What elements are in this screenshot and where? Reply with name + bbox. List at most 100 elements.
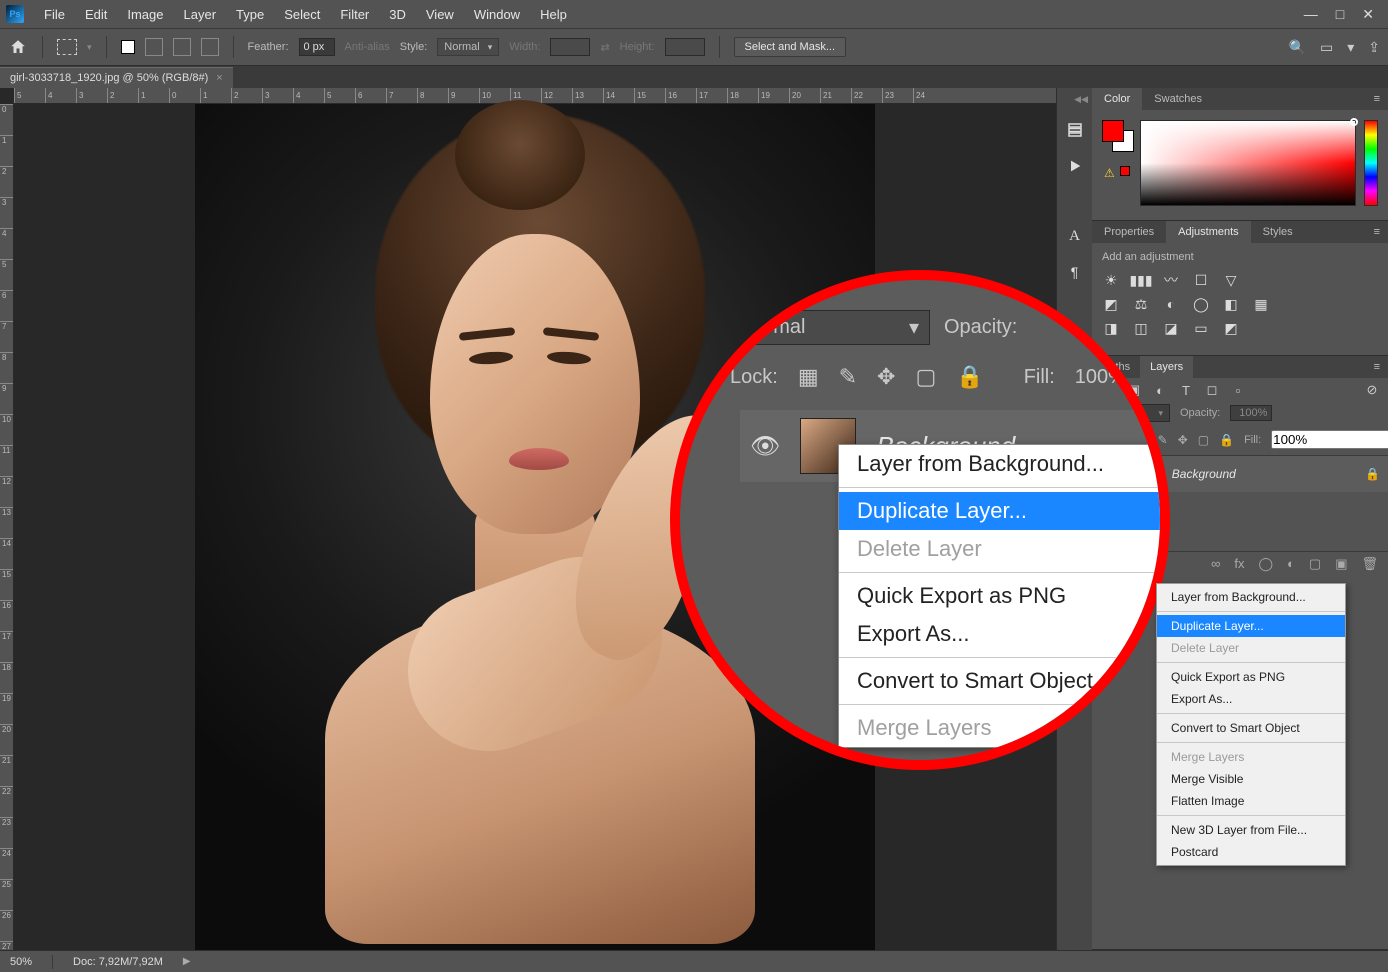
layer-mask-icon[interactable]: ◯ (1258, 556, 1273, 572)
menu-layer[interactable]: Layer (174, 1, 227, 28)
close-tab-icon[interactable]: × (216, 72, 222, 84)
new-layer-icon[interactable]: ▣ (1335, 556, 1347, 572)
layers-panel-menu-icon[interactable]: ≡ (1366, 356, 1388, 378)
tab-color[interactable]: Color (1092, 88, 1142, 110)
zoom-lock-artboard-icon[interactable]: ▢ (915, 364, 936, 390)
hue-slider[interactable] (1364, 120, 1378, 206)
vibrance-icon[interactable]: ▽ (1222, 271, 1240, 289)
menu-select[interactable]: Select (274, 1, 330, 28)
status-menu-icon[interactable]: ▶ (183, 956, 191, 967)
ctx-layer-from-background[interactable]: Layer from Background... (1157, 586, 1345, 608)
menu-filter[interactable]: Filter (330, 1, 379, 28)
marquee-tool-icon[interactable] (57, 39, 77, 55)
ctx-merge-visible[interactable]: Merge Visible (1157, 768, 1345, 790)
adjustments-panel-menu-icon[interactable]: ≡ (1366, 221, 1388, 243)
ctx-convert-to-smart-object[interactable]: Convert to Smart Object (1157, 717, 1345, 739)
opacity-input[interactable] (1230, 405, 1272, 421)
menu-3d[interactable]: 3D (379, 1, 416, 28)
ctx-export-as[interactable]: Export As... (839, 615, 1170, 653)
zoom-lock-transparency-icon[interactable]: ▦ (798, 364, 819, 390)
menu-edit[interactable]: Edit (75, 1, 117, 28)
minimize-button[interactable]: — (1304, 6, 1318, 23)
zoom-layer-visibility-icon[interactable]: 👁 (750, 432, 780, 461)
feather-input[interactable] (299, 38, 335, 56)
share-icon[interactable]: ⇪ (1368, 39, 1380, 56)
photo-filter-icon[interactable]: ◯ (1192, 295, 1210, 313)
selective-color-icon[interactable]: ◩ (1222, 319, 1240, 337)
filter-shape-icon[interactable]: ◻ (1204, 382, 1220, 398)
ctx-duplicate-layer[interactable]: Duplicate Layer... (1157, 615, 1345, 637)
tab-swatches[interactable]: Swatches (1142, 88, 1214, 110)
foreground-color-swatch[interactable] (1102, 120, 1124, 142)
ctx-postcard[interactable]: Postcard (1157, 841, 1345, 863)
ctx-export-as[interactable]: Export As... (1157, 688, 1345, 710)
expand-panels-icon[interactable]: ◀◀ (1074, 94, 1092, 105)
character-panel-icon[interactable]: A (1064, 225, 1086, 247)
menu-view[interactable]: View (416, 1, 464, 28)
color-lookup-icon[interactable]: ▦ (1252, 295, 1270, 313)
black-white-icon[interactable]: ◐ (1162, 295, 1180, 313)
curves-icon[interactable]: 〰 (1162, 271, 1180, 289)
threshold-icon[interactable]: ◪ (1162, 319, 1180, 337)
link-layers-icon[interactable]: ∞ (1211, 556, 1220, 572)
color-spectrum[interactable] (1140, 120, 1356, 206)
delete-layer-icon[interactable]: 🗑 (1361, 556, 1378, 572)
window-controls: — □ ✕ (1304, 6, 1382, 23)
lock-all-icon[interactable]: 🔒 (1219, 432, 1234, 448)
color-panel-menu-icon[interactable]: ≡ (1366, 88, 1388, 110)
gradient-map-icon[interactable]: ▭ (1192, 319, 1210, 337)
select-and-mask-button[interactable]: Select and Mask... (734, 37, 847, 57)
zoom-blend-mode-dropdown[interactable]: Normal▾ (730, 310, 930, 345)
workspace-menu-icon[interactable]: ▾ (1347, 39, 1354, 56)
doc-size[interactable]: Doc: 7,92M/7,92M (73, 956, 163, 968)
filter-toggle-icon[interactable]: ⊘ (1364, 382, 1380, 398)
ctx-layer-from-background[interactable]: Layer from Background... (839, 445, 1170, 483)
maximize-button[interactable]: □ (1336, 6, 1344, 23)
zoom-lock-pixels-icon[interactable]: ✎ (839, 364, 857, 390)
menu-file[interactable]: File (34, 1, 75, 28)
new-selection-icon[interactable] (121, 40, 135, 54)
lock-position-icon[interactable]: ✥ (1178, 432, 1188, 448)
play-icon[interactable] (1064, 155, 1086, 177)
channel-mixer-icon[interactable]: ◧ (1222, 295, 1240, 313)
subtract-selection-icon[interactable] (173, 38, 191, 56)
exposure-icon[interactable]: ☐ (1192, 271, 1210, 289)
fill-input[interactable] (1271, 430, 1388, 449)
zoom-lock-position-icon[interactable]: ✥ (877, 364, 895, 390)
group-icon[interactable]: ▢ (1309, 556, 1321, 572)
antialias-checkbox: Anti-alias (345, 41, 390, 53)
add-selection-icon[interactable] (145, 38, 163, 56)
layer-style-icon[interactable]: fx (1234, 556, 1244, 572)
color-swatch-fg-bg[interactable] (1102, 120, 1130, 156)
search-icon[interactable]: 🔍 (1289, 39, 1306, 56)
tab-styles[interactable]: Styles (1251, 221, 1305, 243)
ctx-duplicate-layer[interactable]: Duplicate Layer... (839, 492, 1170, 530)
tab-adjustments[interactable]: Adjustments (1166, 221, 1251, 243)
ctx-new-3d-layer-from-file[interactable]: New 3D Layer from File... (1157, 819, 1345, 841)
workspace-icon[interactable]: ▭ (1320, 39, 1333, 56)
zoom-level[interactable]: 50% (10, 956, 32, 968)
home-icon[interactable] (8, 37, 28, 57)
ctx-quick-export-as-png[interactable]: Quick Export as PNG (839, 577, 1170, 615)
gamut-warning-icon[interactable]: ⚠ (1104, 166, 1115, 180)
ctx-convert-to-smart-object[interactable]: Convert to Smart Object (839, 662, 1170, 700)
menu-type[interactable]: Type (226, 1, 274, 28)
ctx-quick-export-as-png[interactable]: Quick Export as PNG (1157, 666, 1345, 688)
history-icon[interactable] (1064, 119, 1086, 141)
zoom-lock-all-icon[interactable]: 🔒 (956, 364, 983, 390)
style-dropdown[interactable]: Normal▾ (437, 38, 499, 56)
filter-type-icon[interactable]: T (1178, 382, 1194, 398)
menu-help[interactable]: Help (530, 1, 577, 28)
tab-properties[interactable]: Properties (1092, 221, 1166, 243)
document-tab[interactable]: girl-3033718_1920.jpg @ 50% (RGB/8#) × (0, 67, 233, 88)
gamut-color-swatch[interactable] (1120, 166, 1130, 176)
adjustment-layer-icon[interactable]: ◐ (1287, 556, 1295, 572)
lock-artboard-icon[interactable]: ▢ (1198, 432, 1209, 448)
layer-name[interactable]: Background (1172, 467, 1355, 481)
menu-image[interactable]: Image (117, 1, 173, 28)
ctx-flatten-image[interactable]: Flatten Image (1157, 790, 1345, 812)
filter-smartobject-icon[interactable]: ▫ (1230, 382, 1246, 398)
close-button[interactable]: ✕ (1362, 6, 1374, 23)
intersect-selection-icon[interactable] (201, 38, 219, 56)
menu-window[interactable]: Window (464, 1, 530, 28)
